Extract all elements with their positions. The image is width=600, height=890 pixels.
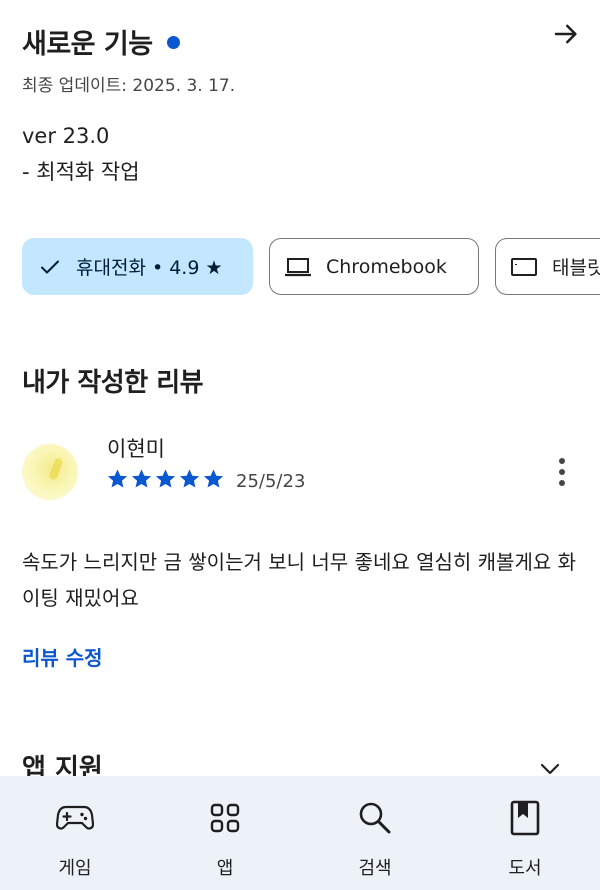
whats-new-header[interactable]: 새로운 기능 최종 업데이트: 2025. 3. 17. — [22, 22, 578, 96]
check-icon — [38, 255, 62, 279]
gamepad-icon — [55, 798, 95, 838]
star-rating — [106, 467, 225, 490]
chip-chromebook[interactable]: Chromebook — [269, 238, 479, 295]
chip-label: 휴대전화 • 4.9 ★ — [76, 257, 223, 279]
chip-label: 태블릿 — [552, 257, 600, 279]
last-updated: 최종 업데이트: 2025. 3. 17. — [22, 76, 236, 96]
chip-label: Chromebook — [326, 255, 447, 278]
arrow-right-icon[interactable] — [546, 14, 586, 54]
nav-apps[interactable]: 앱 — [150, 776, 300, 890]
nav-label: 앱 — [216, 858, 234, 879]
star-icon — [155, 469, 176, 488]
book-icon — [505, 798, 545, 838]
my-review-title: 내가 작성한 리뷰 — [22, 368, 204, 398]
nav-label: 검색 — [358, 858, 392, 879]
review-date: 25/5/23 — [236, 471, 306, 492]
review-text: 속도가 느리지만 금 쌓이는거 보니 너무 좋네요 열심히 캐볼게요 화이팅 재… — [22, 550, 577, 610]
release-note-item: - 최적화 작업 — [22, 160, 140, 184]
chip-tablet[interactable]: 태블릿 — [495, 238, 600, 295]
more-options-icon[interactable] — [552, 454, 572, 490]
star-icon — [179, 469, 200, 488]
laptop-icon — [284, 255, 312, 279]
nav-label: 게임 — [58, 858, 92, 879]
nav-label: 도서 — [508, 858, 542, 879]
edit-review-button[interactable]: 리뷰 수정 — [22, 642, 103, 671]
avatar — [22, 444, 78, 500]
version-text: ver 23.0 — [22, 124, 110, 148]
apps-grid-icon — [205, 798, 245, 838]
star-icon — [107, 469, 128, 488]
reviewer-name: 이현미 — [107, 437, 165, 461]
nav-search[interactable]: 검색 — [300, 776, 450, 890]
star-icon — [203, 469, 224, 488]
page-title: 새로운 기능 — [22, 29, 153, 60]
chip-phone[interactable]: 휴대전화 • 4.9 ★ — [22, 238, 253, 295]
tablet-icon — [510, 255, 538, 279]
release-notes: ver 23.0 - 최적화 작업 — [22, 118, 140, 190]
search-icon — [355, 798, 395, 838]
bottom-navigation: 게임 앱 검색 도서 — [0, 776, 600, 890]
device-chip-row: 휴대전화 • 4.9 ★ Chromebook 태블릿 — [22, 238, 600, 296]
nav-games[interactable]: 게임 — [0, 776, 150, 890]
nav-books[interactable]: 도서 — [450, 776, 600, 890]
new-indicator-dot — [166, 36, 180, 49]
title-row: 새로운 기능 — [22, 22, 578, 61]
star-icon — [131, 469, 152, 488]
